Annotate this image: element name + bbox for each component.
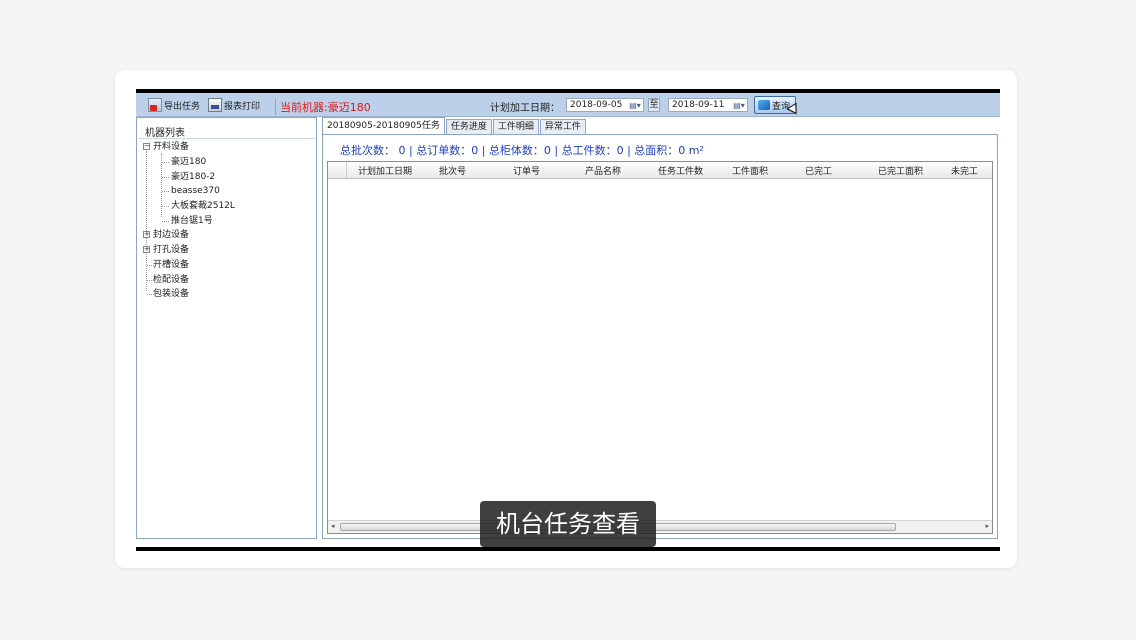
divider (139, 138, 315, 139)
print-report-button[interactable]: 报表打印 (208, 97, 260, 113)
date-from-picker[interactable]: 2018-09-05 ▤▾ (566, 98, 644, 112)
tab-tasks[interactable]: 20180905-20180905任务 (322, 117, 445, 135)
tree-item-machine[interactable]: 大板套裁2512L (171, 200, 235, 213)
export-icon (148, 98, 162, 112)
summary-stats: 总批次数： 0 | 总订单数：0 | 总柜体数：0 | 总工件数：0 | 总面积… (340, 144, 704, 157)
tree-group-edge-banding[interactable]: + 封边设备 (143, 229, 189, 242)
query-icon (758, 100, 770, 110)
current-machine-label: 当前机器:豪迈180 (275, 99, 371, 115)
date-from-value: 2018-09-05 (570, 100, 623, 110)
tab-progress[interactable]: 任务进度 (445, 119, 492, 135)
bottom-border (136, 547, 1000, 551)
date-to-picker[interactable]: 2018-09-11 ▤▾ (668, 98, 748, 112)
tree-group-cutting[interactable]: − 开料设备 (143, 141, 189, 154)
column-header[interactable]: 订单号 (513, 164, 540, 177)
table-header: 计划加工日期 批次号 订单号 产品名称 任务工件数 工件面积 已完工 已完工面积… (328, 162, 992, 179)
tree-item-machine[interactable]: beasse370 (171, 185, 220, 198)
expand-icon[interactable]: + (143, 246, 150, 253)
tree-item-machine[interactable]: 豪迈180-2 (171, 171, 215, 184)
to-label: 至 (648, 98, 660, 112)
calendar-dropdown-icon[interactable]: ▤▾ (627, 101, 643, 110)
tab-abnormal-parts[interactable]: 异常工件 (539, 119, 586, 135)
export-task-button[interactable]: 导出任务 (148, 97, 200, 113)
tree-line (146, 151, 147, 291)
export-label: 导出任务 (164, 101, 201, 112)
column-header[interactable]: 任务工件数 (658, 164, 703, 177)
expand-icon[interactable]: + (143, 231, 150, 238)
tab-content: 总批次数： 0 | 总订单数：0 | 总柜体数：0 | 总工件数：0 | 总面积… (322, 134, 998, 539)
row-header-corner (328, 162, 347, 178)
column-header[interactable]: 计划加工日期 (358, 164, 412, 177)
tab-part-details[interactable]: 工件明细 (492, 119, 539, 135)
tree-group-packaging[interactable]: 包装设备 (153, 288, 189, 301)
app-window: 导出任务 报表打印 当前机器:豪迈180 计划加工日期： 2018-09-05 … (136, 89, 1000, 551)
tree-group-drilling[interactable]: + 打孔设备 (143, 244, 189, 257)
tree-item-machine[interactable]: 推台锯1号 (171, 215, 213, 228)
scroll-right-icon[interactable]: ▸ (985, 522, 989, 530)
toolbar: 导出任务 报表打印 当前机器:豪迈180 计划加工日期： 2018-09-05 … (136, 93, 1000, 118)
column-header[interactable]: 批次号 (439, 164, 466, 177)
tab-bar: 20180905-20180905任务 任务进度 工件明细 异常工件 (322, 117, 587, 135)
column-header[interactable]: 未完工 (951, 164, 978, 177)
scroll-left-icon[interactable]: ◂ (331, 522, 335, 530)
plan-date-label: 计划加工日期： (490, 103, 560, 114)
column-header[interactable]: 已完工面积 (878, 164, 923, 177)
tree-group-grooving[interactable]: 开槽设备 (153, 259, 189, 272)
print-label: 报表打印 (224, 101, 261, 112)
calendar-dropdown-icon[interactable]: ▤▾ (731, 101, 747, 110)
column-header[interactable]: 工件面积 (732, 164, 768, 177)
tree-item-machine[interactable]: 豪迈180 (171, 156, 206, 169)
machine-list-title: 机器列表 (145, 128, 185, 139)
machine-list-panel: 机器列表 − 开料设备 豪迈180 豪迈180-2 beasse370 大板套裁2… (136, 117, 317, 539)
column-header[interactable]: 产品名称 (585, 164, 621, 177)
video-caption: 机台任务查看 (480, 501, 656, 547)
task-panel: 20180905-20180905任务 任务进度 工件明细 异常工件 总批次数：… (322, 117, 1000, 539)
column-header[interactable]: 已完工 (805, 164, 832, 177)
horizontal-scrollbar[interactable]: ◂ ▸ (328, 520, 992, 533)
printer-icon (208, 98, 222, 112)
task-table[interactable]: 计划加工日期 批次号 订单号 产品名称 任务工件数 工件面积 已完工 已完工面积… (327, 161, 993, 534)
tree-group-inspection[interactable]: 检配设备 (153, 274, 189, 287)
date-to-value: 2018-09-11 (672, 100, 725, 110)
collapse-icon[interactable]: − (143, 143, 150, 150)
